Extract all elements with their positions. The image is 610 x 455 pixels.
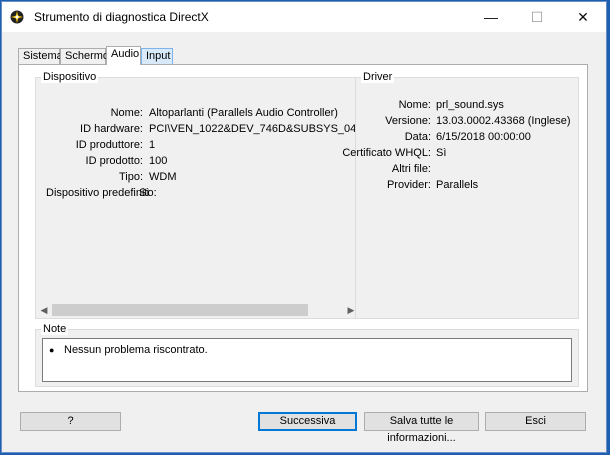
bullet-icon: ● (49, 345, 55, 355)
maximize-button[interactable]: ☐ (514, 2, 560, 32)
device-row-type: Tipo: WDM (36, 170, 359, 184)
close-icon: ✕ (577, 8, 589, 25)
provider-value: Parallels (436, 179, 479, 191)
driver-version-value: 13.03.0002.43368 (Inglese) (436, 115, 571, 127)
help-button[interactable]: ? (20, 412, 121, 431)
device-row-vendor-id: ID produttore: 1 (36, 138, 359, 152)
tab-input[interactable]: Input (141, 48, 173, 64)
vendor-id-label: ID produttore: (75, 139, 143, 151)
device-group: Dispositivo Nome: Altoparlanti (Parallel… (35, 71, 360, 319)
vendor-id-value: 1 (149, 139, 156, 151)
device-row-default: Dispositivo predefinito: Sì (36, 186, 359, 200)
title-bar[interactable]: Strumento di diagnostica DirectX — ☐ ✕ (2, 2, 606, 32)
driver-row-version: Versione: 13.03.0002.43368 (Inglese) (356, 114, 578, 128)
device-name-label: Nome: (110, 107, 143, 119)
minimize-icon: — (484, 9, 498, 25)
device-row-name: Nome: Altoparlanti (Parallels Audio Cont… (36, 106, 359, 120)
driver-group-label: Driver (361, 71, 395, 83)
directx-icon (10, 10, 24, 24)
notes-group-label: Note (41, 323, 69, 335)
device-name-value: Altoparlanti (Parallels Audio Controller… (149, 107, 338, 119)
driver-row-whql: Certificato WHQL: Sì (342, 146, 578, 160)
product-id-value: 100 (149, 155, 168, 167)
scroll-left-arrow-icon[interactable]: ◀ (36, 302, 52, 318)
device-row-hardware-id: ID hardware: PCI\VEN_1022&DEV_746D&SUBSY… (36, 122, 359, 136)
hardware-id-label: ID hardware: (80, 123, 143, 135)
driver-version-label: Versione: (385, 115, 431, 127)
whql-value: Sì (436, 147, 447, 159)
driver-date-label: Data: (404, 131, 431, 143)
tab-audio[interactable]: Audio (106, 46, 141, 65)
driver-group: Driver Nome: prl_sound.sys Versione: 13.… (342, 71, 579, 319)
driver-date-value: 6/15/2018 00:00:00 (436, 131, 531, 143)
device-group-label: Dispositivo (41, 71, 99, 83)
other-files-label: Altri file: (391, 163, 431, 175)
scrollbar-thumb[interactable] (52, 304, 308, 316)
note-text: Nessun problema riscontrato. (64, 344, 208, 356)
audio-tab-panel: Dispositivo Nome: Altoparlanti (Parallel… (18, 64, 588, 392)
driver-name-label: Nome: (398, 99, 431, 111)
driver-name-value: prl_sound.sys (436, 99, 504, 111)
driver-row-date: Data: 6/15/2018 00:00:00 (356, 130, 578, 144)
hardware-id-value: PCI\VEN_1022&DEV_746D&SUBSYS_04001AB8&RE… (149, 123, 356, 135)
minimize-button[interactable]: — (468, 2, 514, 32)
product-id-label: ID prodotto: (85, 155, 143, 167)
maximize-icon: ☐ (530, 8, 544, 25)
window-title: Strumento di diagnostica DirectX (34, 10, 209, 24)
exit-button[interactable]: Esci (485, 412, 586, 431)
type-value: WDM (149, 171, 177, 183)
driver-row-name: Nome: prl_sound.sys (356, 98, 578, 112)
notes-box[interactable]: ● Nessun problema riscontrato. (42, 338, 572, 382)
save-all-info-button[interactable]: Salva tutte le informazioni... (364, 412, 479, 444)
notes-group: Note ● Nessun problema riscontrato. (35, 323, 579, 387)
driver-row-provider: Provider: Parallels (356, 178, 578, 192)
provider-label: Provider: (386, 179, 431, 191)
type-label: Tipo: (118, 171, 143, 183)
default-device-value: Sì (139, 187, 150, 199)
close-button[interactable]: ✕ (560, 2, 606, 32)
whql-label: Certificato WHQL: (342, 147, 431, 159)
driver-row-other-files: Altri file: (356, 162, 578, 176)
next-button[interactable]: Successiva (258, 412, 357, 431)
tab-schermo[interactable]: Schermo (60, 48, 109, 64)
device-row-product-id: ID prodotto: 100 (36, 154, 359, 168)
device-horizontal-scrollbar[interactable]: ◀ ▶ (36, 302, 359, 318)
tab-sistema[interactable]: Sistema (18, 48, 63, 64)
